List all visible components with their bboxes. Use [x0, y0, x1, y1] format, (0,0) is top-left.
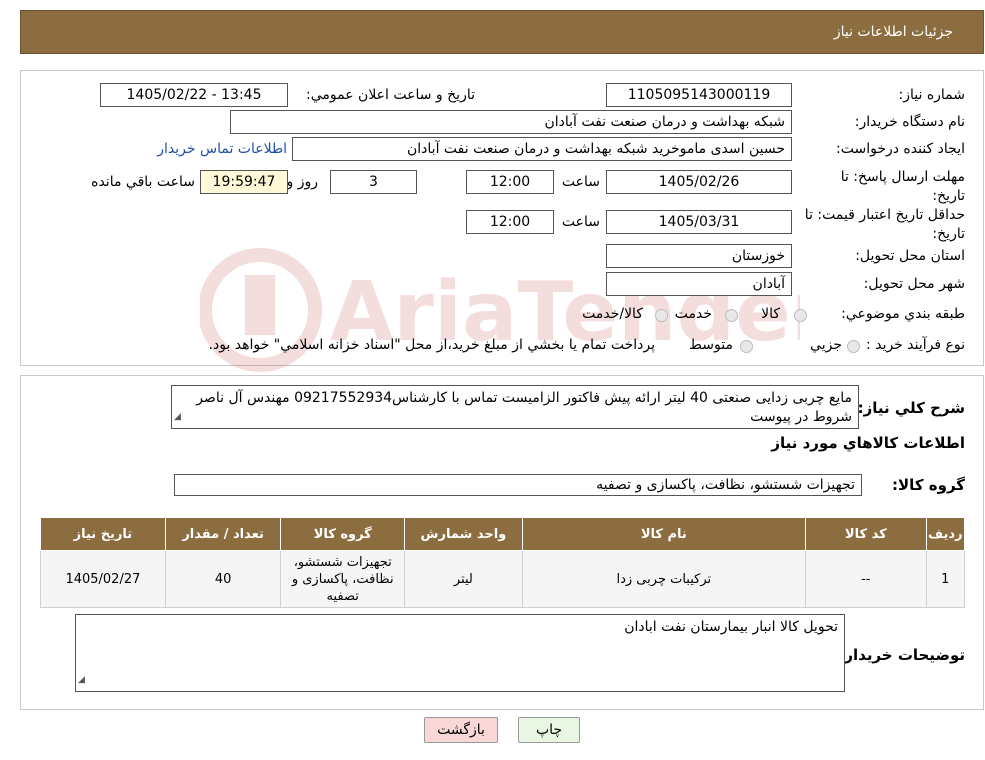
days-label: روز و: [286, 174, 319, 190]
summary-text: مایع چربی زدایی صنعتی 40 لیتر ارائه پیش …: [171, 385, 859, 429]
need-number-field: 1105095143000119: [606, 83, 792, 107]
announce-date-field: 1405/02/22 - 13:45: [100, 83, 288, 107]
col-date-header: تاريخ نياز: [40, 517, 166, 551]
city-label: شهر محل تحويل:: [863, 276, 965, 292]
cell-qty: 40: [164, 550, 282, 608]
process-note: پرداخت تمام يا بخشي از مبلغ خريد،از محل …: [208, 337, 655, 353]
process-option-minor: جزيي: [810, 337, 842, 353]
category-radio-goods[interactable]: [794, 309, 807, 322]
category-radio-goods-service[interactable]: [655, 309, 668, 322]
summary-label: شرح کلي نياز:: [857, 399, 965, 417]
cell-unit: لیتر: [404, 550, 523, 608]
category-label: طبقه بندي موضوعي:: [841, 306, 965, 322]
validity-time-label: ساعت: [561, 214, 600, 230]
resize-grip-icon: ◢: [174, 412, 181, 422]
validity-date-field: 1405/03/31: [606, 210, 792, 234]
cell-date: 1405/02/27: [40, 550, 166, 608]
buyer-notes-text: تحویل کالا انبار بیمارستان نفت ابادان ◢: [75, 614, 845, 692]
table-header-row: رديف کد کالا نام کالا واحد شمارش گروه کا…: [40, 517, 966, 551]
summary-text-content: مایع چربی زدایی صنعتی 40 لیتر ارائه پیش …: [196, 390, 852, 425]
remaining-time-field: 19:59:47: [200, 170, 288, 194]
announce-date-label: تاريخ و ساعت اعلان عمومي:: [306, 87, 475, 103]
category-option-service: خدمت: [674, 306, 712, 322]
requester-field: حسین اسدی ماموخرید شبکه بهداشت و درمان ص…: [292, 137, 792, 161]
province-label: استان محل تحويل:: [855, 248, 965, 264]
buyer-org-label: نام دستگاه خريدار:: [854, 114, 965, 130]
buyer-contact-link[interactable]: اطلاعات تماس خريدار: [157, 141, 287, 157]
print-button[interactable]: چاپ: [518, 717, 580, 743]
col-name-header: نام کالا: [521, 517, 806, 551]
cell-name: ترکیبات چربی زدا: [521, 550, 806, 608]
col-group-header: گروه کالا: [280, 517, 406, 551]
resize-grip-icon: ◢: [78, 675, 85, 685]
process-radio-minor[interactable]: [847, 340, 860, 353]
col-unit-header: واحد شمارش: [404, 517, 523, 551]
process-option-medium: متوسط: [689, 337, 733, 353]
cell-group: تجهیزات شستشو، نظافت، پاکسازی و تصفیه: [280, 550, 406, 608]
process-label: نوع فرآيند خريد :: [866, 337, 965, 353]
remaining-days-field: 3: [330, 170, 417, 194]
col-code-header: کد کالا: [804, 517, 927, 551]
buyer-notes-content: تحویل کالا انبار بیمارستان نفت ابادان: [624, 619, 838, 635]
deadline-date-field: 1405/02/26: [606, 170, 792, 194]
province-field: خوزستان: [606, 244, 792, 268]
need-number-label: شماره نياز:: [898, 87, 966, 103]
table-row: 1 -- ترکیبات چربی زدا لیتر تجهیزات شستشو…: [40, 550, 966, 608]
buyer-org-field: شبکه بهداشت و درمان صنعت نفت آبادان: [230, 110, 792, 134]
cell-row: 1: [925, 550, 966, 608]
process-radio-medium[interactable]: [740, 340, 753, 353]
col-row-header: رديف: [925, 517, 966, 551]
validity-time-field: 12:00: [466, 210, 554, 234]
deadline-time-field: 12:00: [466, 170, 554, 194]
goods-group-label: گروه کالا:: [892, 476, 965, 494]
category-option-goods-service: کالا/خدمت: [582, 306, 643, 322]
category-radio-service[interactable]: [725, 309, 738, 322]
cell-code: --: [804, 550, 927, 608]
goods-info-title: اطلاعات کالاهاي مورد نياز: [771, 434, 965, 452]
deadline-label: مهلت ارسال پاسخ: تا تاريخ:: [840, 169, 965, 204]
category-option-goods: کالا: [761, 306, 780, 322]
deadline-time-label: ساعت: [561, 174, 600, 190]
back-button[interactable]: بازگشت: [424, 717, 498, 743]
buyer-notes-label: توضيحات خريدار:: [838, 646, 965, 664]
remaining-label: ساعت باقي مانده: [91, 174, 195, 190]
items-table: رديف کد کالا نام کالا واحد شمارش گروه کا…: [40, 517, 966, 608]
city-field: آبادان: [606, 272, 792, 296]
requester-label: ايجاد کننده درخواست:: [836, 141, 965, 157]
page-header: جزئیات اطلاعات نیاز: [20, 10, 984, 54]
col-qty-header: تعداد / مقدار: [164, 517, 282, 551]
validity-label: حداقل تاريخ اعتبار قيمت: تا تاريخ:: [804, 207, 965, 242]
goods-group-field: تجهیزات شستشو، نظافت، پاکسازی و تصفیه: [174, 474, 862, 496]
page-title: جزئیات اطلاعات نیاز: [833, 24, 953, 40]
